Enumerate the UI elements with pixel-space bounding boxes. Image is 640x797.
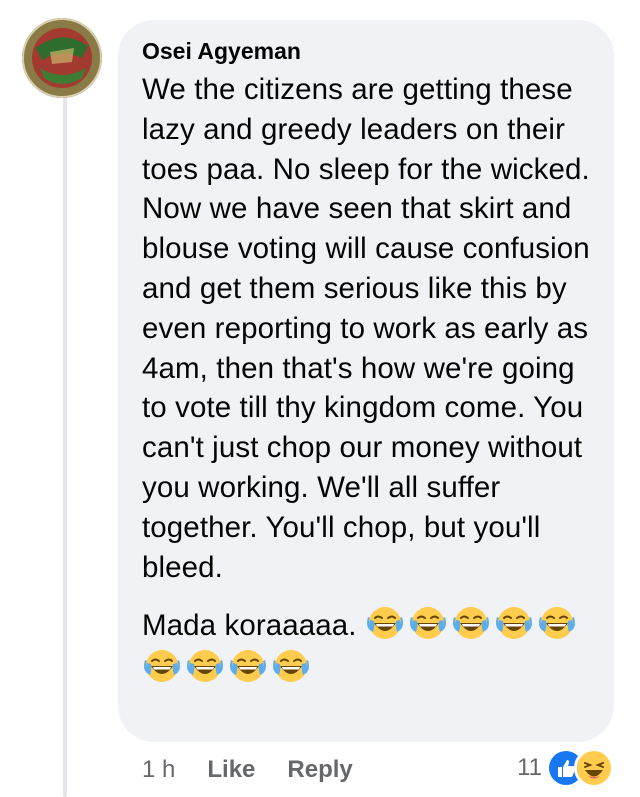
face-with-tears-of-joy-icon (451, 603, 491, 643)
comment-paragraph-2: Mada koraaaaa. (142, 603, 592, 689)
avatar[interactable] (22, 18, 102, 98)
haha-reaction-icon (574, 748, 614, 788)
thread-line (63, 92, 67, 797)
comment-author[interactable]: Osei Agyeman (142, 36, 592, 66)
reaction-count: 11 (517, 754, 542, 781)
face-with-tears-of-joy-icon (271, 646, 311, 686)
like-button[interactable]: Like (207, 756, 255, 784)
face-with-tears-of-joy-icon (537, 603, 577, 643)
reply-button[interactable]: Reply (287, 756, 352, 784)
face-with-tears-of-joy-icon (408, 603, 448, 643)
reaction-summary[interactable]: 11 (517, 748, 614, 788)
comment-body: We the citizens are getting these lazy a… (142, 70, 592, 689)
comment-paragraph-1: We the citizens are getting these lazy a… (142, 73, 590, 584)
face-with-tears-of-joy-icon (365, 603, 405, 643)
comment-paragraph-2-text: Mada koraaaaa. (142, 609, 357, 643)
face-with-tears-of-joy-icon (494, 603, 534, 643)
comment-timestamp[interactable]: 1 h (142, 756, 175, 784)
comment-bubble: Osei Agyeman We the citizens are getting… (118, 20, 614, 742)
face-with-tears-of-joy-icon (185, 646, 225, 686)
comment-actions: 1 h Like Reply (142, 752, 385, 788)
avatar-image (22, 18, 102, 98)
face-with-tears-of-joy-icon (142, 646, 182, 686)
face-with-tears-of-joy-icon (228, 646, 268, 686)
